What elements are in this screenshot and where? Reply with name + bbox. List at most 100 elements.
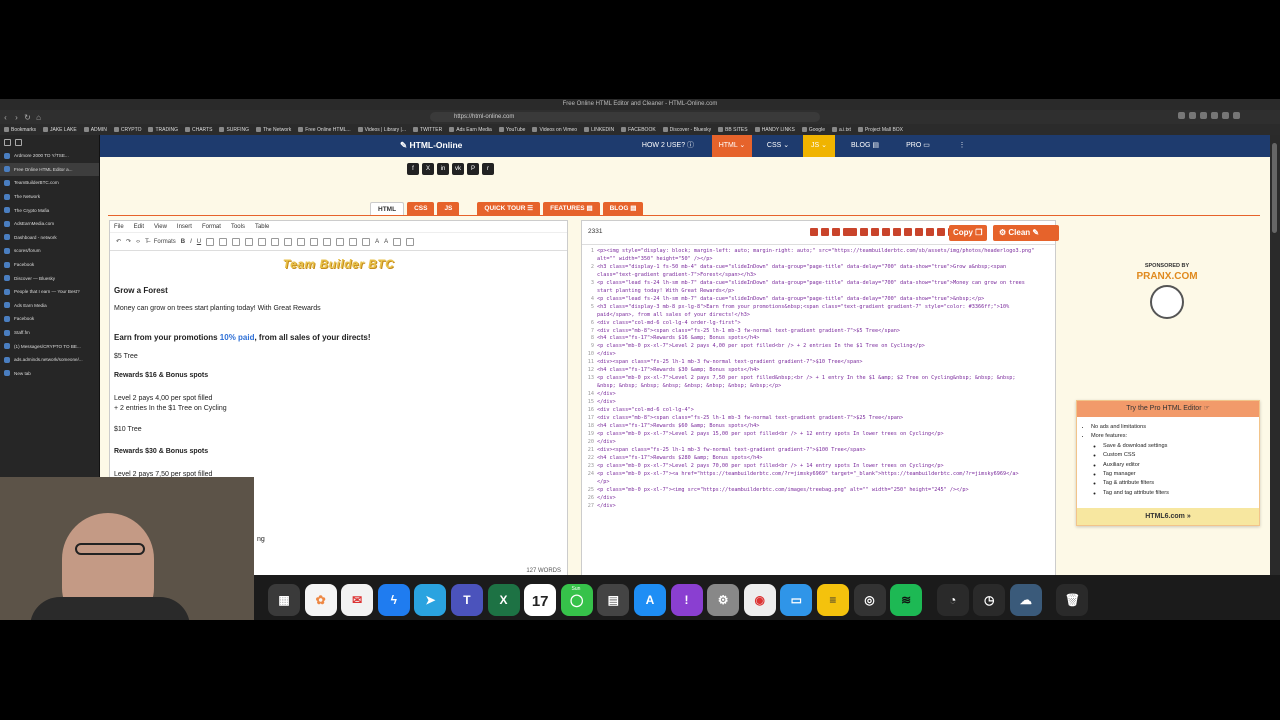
nav-html[interactable]: HTML ⌄ [712,135,752,157]
calendar-icon[interactable]: 17 [524,584,557,616]
undo-icon[interactable] [810,228,818,236]
trash-icon[interactable]: 🗑 [1056,584,1089,616]
image-icon[interactable] [323,237,332,246]
table-icon[interactable] [871,228,879,236]
align-left-icon[interactable] [206,237,215,246]
align-center-icon[interactable] [219,237,228,246]
mail-icon[interactable]: ✉ [341,584,374,616]
bookmark-item[interactable]: Videos | Library |... [357,127,406,133]
extension-icon[interactable] [1200,112,1207,119]
teams-icon[interactable]: T [450,584,483,616]
page-scrollbar[interactable] [1270,135,1280,620]
nav-blog[interactable]: BLOG ▤ [845,135,885,157]
sidebar-tab[interactable]: Ads Earn Media [0,299,99,313]
font-size-icon[interactable] [843,228,857,236]
messenger-icon[interactable]: ϟ [377,584,410,616]
clean-button[interactable]: ⚙ Clean ✎ [993,225,1059,241]
tab-quick-tour[interactable]: QUICK TOUR ☰ [477,202,541,215]
sponsor-brand[interactable]: PRANX.COM [1100,271,1234,282]
grid-icon[interactable] [882,228,890,236]
copy-button[interactable]: Copy ❐ [949,225,987,241]
media-icon[interactable] [362,237,371,246]
bookmark-item[interactable]: Videos on Vimeo [532,127,577,133]
scrollbar-thumb[interactable] [1272,143,1277,233]
formats-dropdown[interactable]: Formats [154,239,176,245]
photos-icon[interactable]: ✿ [304,584,337,616]
address-bar[interactable]: https://html-online.com [430,112,820,122]
sidebar-tab[interactable]: People that I earn — Your Best? [0,285,99,299]
bookmark-item[interactable]: CHARTS [184,127,212,133]
promo-title[interactable]: Try the Pro HTML Editor ☞ [1077,401,1259,417]
extension-icon[interactable] [1211,112,1218,119]
paint-icon[interactable] [937,228,945,236]
tabs-icon[interactable] [15,138,22,146]
underline-icon[interactable]: U [197,239,201,245]
reload-icon[interactable]: ↻ [22,113,33,122]
text-color-icon[interactable]: A [375,239,379,245]
tab-blog[interactable]: BLOG ▤ [602,202,644,215]
bookmark-item[interactable]: BB SITES [718,127,748,133]
menu-insert[interactable]: Insert [177,224,192,230]
outdent-icon[interactable] [284,237,293,246]
add-icon[interactable] [860,228,868,236]
vk-icon[interactable]: vk [452,163,464,175]
tab-css[interactable]: CSS [407,202,435,215]
telegram-icon[interactable]: ➤ [414,584,447,616]
emoji-icon[interactable] [393,237,402,246]
numbers-icon[interactable]: ▤ [597,584,630,616]
indent-icon[interactable] [297,237,306,246]
podcasts-icon[interactable]: ! [670,584,703,616]
bookmark-item[interactable]: HANDY LINKS [754,127,795,133]
bookmark-item[interactable]: FACEBOOK [621,127,656,133]
bookmark-item[interactable]: CRYPTO [113,127,141,133]
copy-icon[interactable] [893,228,901,236]
sidebar-tab[interactable]: Dashboard - network [0,231,99,245]
sidebar-toggle-icon[interactable] [4,138,11,146]
bookmark-item[interactable]: a.i.txt [831,127,851,133]
mic-icon[interactable] [926,228,934,236]
bold-icon[interactable]: B [181,239,185,245]
menu-table[interactable]: Table [255,224,269,230]
bookmark-item[interactable]: The Network [255,127,291,133]
menu-tools[interactable]: Tools [231,224,245,230]
home-icon[interactable]: ⌂ [33,113,44,122]
code-icon[interactable]: ‹› [136,239,140,245]
promo-cta[interactable]: HTML6.com » [1077,508,1259,525]
nav-js[interactable]: JS ⌄ [803,135,835,157]
system-settings-icon[interactable]: ⚙ [707,584,740,616]
clear-format-icon[interactable]: T̶ [145,239,149,245]
align-justify-icon[interactable] [245,237,254,246]
sidebar-tab[interactable]: Facebook [0,258,99,272]
bookmark-item[interactable]: Discover - Bluesky [662,127,711,133]
back-icon[interactable]: ‹ [0,113,11,122]
extension-icon[interactable] [1189,112,1196,119]
sidebar-tab[interactable]: Ardmore 2000 TD Y/TSE... [0,149,99,163]
table-icon[interactable] [406,237,415,246]
keynote-icon[interactable]: ▭ [780,584,813,616]
bookmark-item[interactable]: YouTube [498,127,525,133]
sidebar-tab[interactable]: Discover — Bluesky [0,271,99,285]
sidebar-tab[interactable]: New tab [0,367,99,381]
x-icon[interactable]: X [422,163,434,175]
sidebar-tab[interactable]: AdsEarnMedia.com [0,217,99,231]
tab-html[interactable]: HTML [370,202,405,215]
obs-icon[interactable]: ◎ [853,584,886,616]
bookmark-item[interactable]: JAKE LAKE [43,127,77,133]
tab-features[interactable]: FEATURES ▤ [543,202,600,215]
clock-icon[interactable]: ◷ [973,584,1006,616]
activity-icon[interactable]: ◔ [936,584,969,616]
bullet-list-icon[interactable] [258,237,267,246]
sidebar-tab[interactable]: Staff.fm [0,326,99,340]
sidebar-tab[interactable]: The Crypto Mafia [0,203,99,217]
menu-format[interactable]: Format [202,224,221,230]
launchpad-icon[interactable]: ▦ [268,584,300,616]
extension-icon[interactable] [1222,112,1229,119]
nav-pro[interactable]: PRO ▭ [898,135,938,157]
menu-view[interactable]: View [154,224,167,230]
bookmark-item[interactable]: LINKEDIN [584,127,614,133]
spotify-icon[interactable]: ≋ [890,584,923,616]
menu-file[interactable]: File [114,224,124,230]
bookmark-item[interactable]: TRADING [148,127,178,133]
app-store-icon[interactable]: A [633,584,666,616]
tab-js[interactable]: JS [437,202,460,215]
